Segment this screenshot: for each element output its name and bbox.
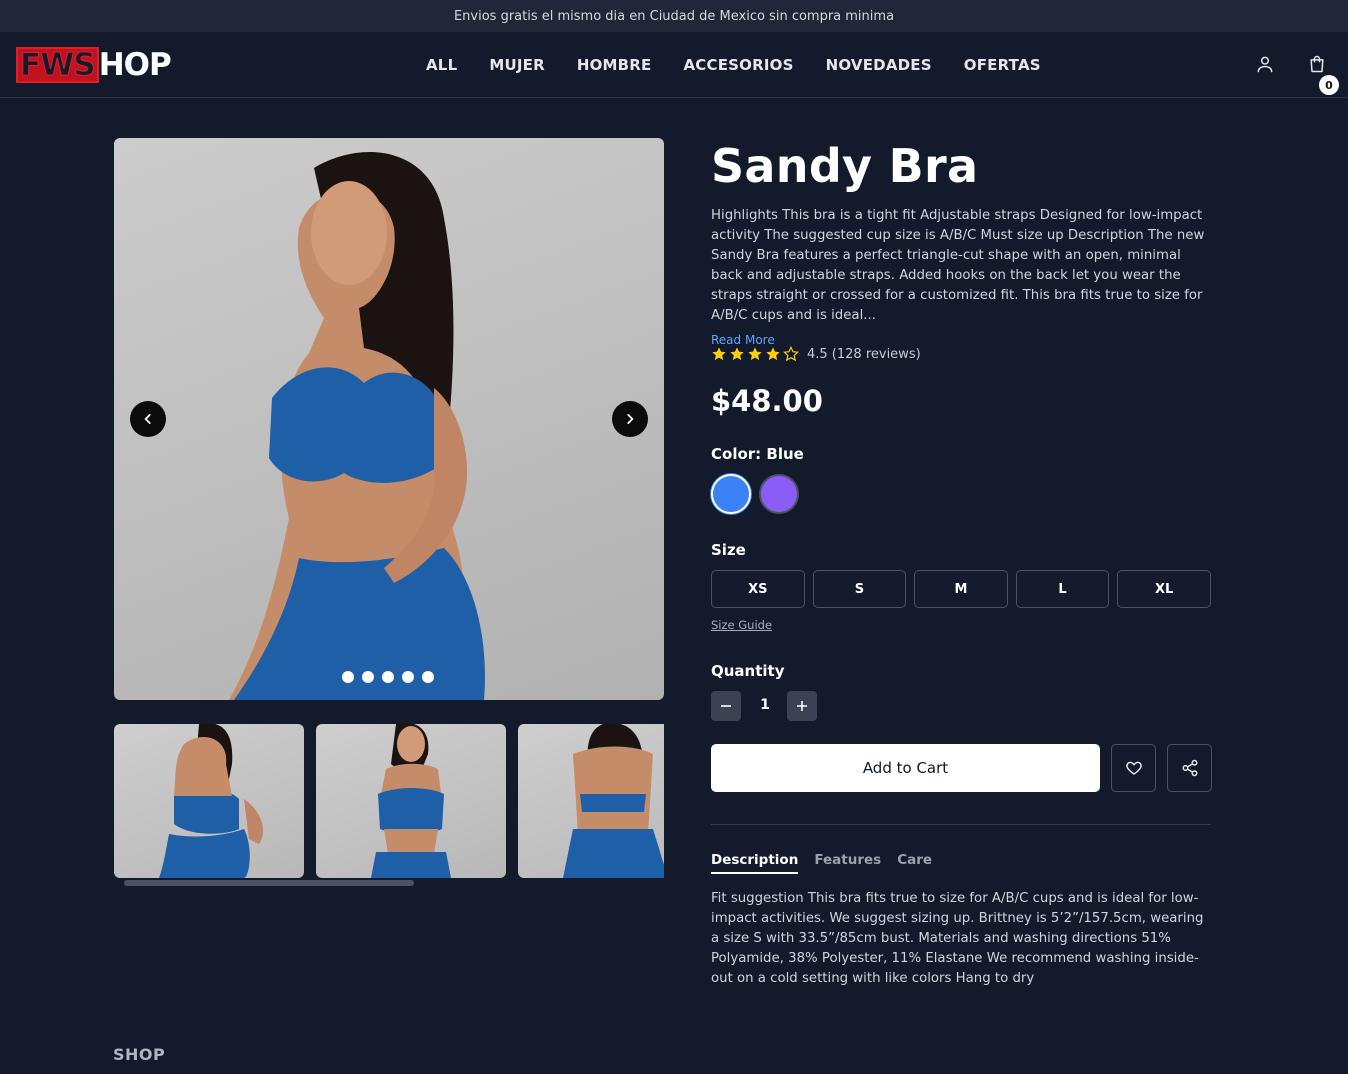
share-icon	[1182, 759, 1197, 777]
divider	[711, 824, 1211, 825]
carousel-dot[interactable]	[342, 671, 354, 683]
size-l-button[interactable]: L	[1015, 570, 1110, 608]
thumbnail-strip	[114, 724, 664, 878]
product-photo	[229, 152, 485, 700]
nav-accesorios[interactable]: ACCESORIOS	[668, 56, 810, 74]
main-nav: ALL MUJER HOMBRE ACCESORIOS NOVEDADES OF…	[410, 32, 1057, 98]
size-s-button[interactable]: S	[812, 570, 907, 608]
share-button[interactable]	[1167, 744, 1212, 792]
carousel-dot[interactable]	[402, 671, 414, 683]
prev-image-button[interactable]	[130, 401, 166, 437]
thumbnail-1[interactable]	[114, 724, 304, 878]
product-title: Sandy Bra	[711, 139, 979, 193]
carousel-dot[interactable]	[362, 671, 374, 683]
add-to-cart-button[interactable]: Add to Cart	[711, 744, 1100, 792]
nav-novedades[interactable]: NOVEDADES	[810, 56, 948, 74]
star-outline-icon	[783, 346, 799, 362]
size-label: Size	[711, 541, 746, 559]
rating: 4.5 (128 reviews)	[711, 346, 921, 362]
size-options: XS S M L XL	[711, 570, 1211, 608]
star-icon	[748, 347, 762, 361]
logo-hop: HOP	[98, 47, 172, 83]
thumbnail-3[interactable]	[518, 724, 664, 878]
star-icon	[712, 347, 726, 361]
size-xs-button[interactable]: XS	[711, 570, 805, 608]
tab-content: Fit suggestion This bra fits true to siz…	[711, 891, 1204, 986]
color-value: Blue	[766, 445, 804, 463]
shopping-bag-icon[interactable]	[1306, 53, 1328, 75]
star-icon	[766, 347, 780, 361]
product-description: Highlights This bra is a tight fit Adjus…	[711, 208, 1205, 323]
product-image-main[interactable]	[114, 138, 664, 700]
star-icon	[730, 347, 744, 361]
carousel-dots	[342, 671, 434, 683]
product-tabs: Description Features Care	[711, 852, 932, 874]
read-more-link[interactable]: Read More	[711, 333, 775, 347]
cart-count-badge: 0	[1319, 75, 1339, 95]
wishlist-button[interactable]	[1111, 744, 1156, 792]
size-guide-link[interactable]: Size Guide	[711, 618, 772, 632]
next-image-button[interactable]	[612, 401, 648, 437]
announcement-text: Envios gratis el mismo dia en Ciudad de …	[453, 8, 895, 24]
nav-all[interactable]: ALL	[410, 56, 473, 74]
tab-description[interactable]: Description	[711, 852, 799, 874]
quantity-decrease-button[interactable]	[711, 691, 741, 721]
tab-care[interactable]: Care	[897, 852, 932, 874]
nav-ofertas[interactable]: OFERTAS	[948, 56, 1057, 74]
nav-mujer[interactable]: MUJER	[473, 56, 561, 74]
carousel-dot[interactable]	[422, 671, 434, 683]
size-xl-button[interactable]: XL	[1117, 570, 1211, 608]
scrollbar-thumb[interactable]	[124, 880, 414, 886]
logo[interactable]: FWS HOP	[16, 47, 172, 83]
announcement-bar: Envios gratis el mismo dia en Ciudad de …	[0, 0, 1348, 32]
user-icon[interactable]	[1254, 53, 1276, 75]
rating-text: 4.5 (128 reviews)	[807, 346, 921, 362]
quantity-increase-button[interactable]	[787, 691, 817, 721]
heart-icon	[1125, 761, 1142, 775]
nav-hombre[interactable]: HOMBRE	[561, 56, 668, 74]
site-header: FWS HOP ALL MUJER HOMBRE ACCESORIOS NOVED…	[0, 32, 1348, 98]
product-info: Sandy Bra Highlights This bra is a tight…	[711, 138, 1212, 986]
color-label-text: Color:	[711, 445, 762, 463]
footer-shop-heading: SHOP	[113, 1045, 166, 1064]
thumbnail-scrollbar[interactable]	[114, 880, 664, 886]
tab-features[interactable]: Features	[814, 852, 881, 874]
logo-fws: FWS	[16, 47, 99, 83]
color-swatch-blue[interactable]	[711, 474, 751, 514]
thumbnail-2[interactable]	[316, 724, 506, 878]
size-m-button[interactable]: M	[914, 570, 1008, 608]
color-swatch-purple[interactable]	[759, 474, 799, 514]
quantity-label: Quantity	[711, 662, 785, 680]
carousel-dot[interactable]	[382, 671, 394, 683]
color-label: Color: Blue	[711, 445, 804, 463]
quantity-value[interactable]: 1	[759, 697, 771, 713]
product-price: $48.00	[711, 384, 823, 418]
